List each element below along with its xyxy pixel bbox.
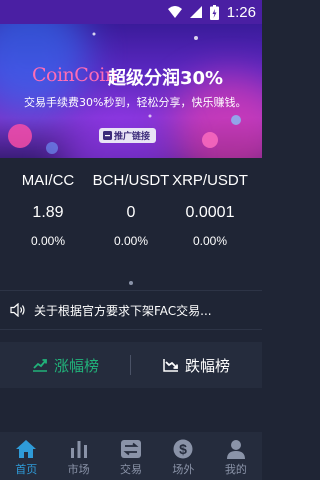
ticker-pair: MAI/CC	[21, 172, 75, 189]
exchange-icon	[121, 440, 142, 458]
speaker-icon	[10, 303, 25, 317]
user-icon	[226, 440, 245, 459]
ticker-mai-cc[interactable]: MAI/CC 1.89 0.00%	[0, 172, 96, 248]
tab-gainers[interactable]: 涨幅榜	[0, 342, 131, 388]
ticker-change: 0.00%	[30, 234, 66, 248]
tab-profile[interactable]: 我的	[210, 432, 262, 480]
signal-icon	[189, 6, 202, 18]
trend-down-icon	[163, 359, 178, 372]
promo-banner[interactable]: CoinCoin 超级分润30% 交易手续费30%秒到，轻松分享，快乐赚钱。 推…	[0, 24, 262, 158]
tab-trade-label: 交易	[120, 463, 143, 476]
tab-otc-label: 场外	[172, 463, 195, 476]
bottom-tab-bar: 首页 市场 交易 $ 场外 我的	[0, 432, 262, 480]
banner-logo: CoinCoin	[32, 64, 117, 86]
status-bar: 1:26	[0, 0, 262, 24]
tab-market[interactable]: 市场	[52, 432, 104, 480]
dollar-icon: $	[173, 439, 193, 459]
battery-charging-icon	[209, 4, 219, 20]
wifi-icon	[167, 6, 182, 18]
share-icon	[103, 131, 112, 140]
referral-link-button[interactable]: 推广链接	[99, 128, 157, 143]
tab-profile-label: 我的	[224, 463, 247, 476]
ticker-xrp-usdt[interactable]: XRP/USDT 0.0001 0.00%	[162, 172, 258, 248]
ticker-change: 0.00%	[192, 234, 228, 248]
ticker-price: 0.0001	[185, 204, 235, 221]
tab-trade[interactable]: 交易	[105, 432, 157, 480]
ranking-tabs: 涨幅榜 跌幅榜	[0, 342, 262, 388]
bar-chart-icon	[70, 441, 87, 458]
tab-losers-label: 跌幅榜	[184, 356, 230, 375]
banner-subtitle: 交易手续费30%秒到，轻松分享，快乐赚钱。	[24, 96, 247, 109]
tab-home[interactable]: 首页	[0, 432, 52, 480]
tab-otc[interactable]: $ 场外	[157, 432, 209, 480]
banner-title: 超级分润30%	[108, 68, 224, 89]
tab-losers[interactable]: 跌幅榜	[131, 342, 262, 388]
ticker-price: 1.89	[32, 204, 64, 221]
home-icon	[16, 440, 37, 458]
svg-text:$: $	[180, 441, 188, 457]
tab-home-label: 首页	[15, 463, 38, 476]
announcement-bar[interactable]: 关于根据官方要求下架FAC交易...	[0, 290, 262, 330]
ticker-pair: XRP/USDT	[172, 172, 248, 189]
rank-divider	[130, 355, 131, 375]
tab-gainers-label: 涨幅榜	[53, 356, 99, 375]
announcement-text: 关于根据官方要求下架FAC交易...	[34, 303, 212, 318]
ticker-page-indicator	[129, 281, 133, 285]
tab-market-label: 市场	[67, 463, 90, 476]
trend-up-icon	[32, 359, 47, 372]
status-time: 1:26	[226, 3, 256, 21]
referral-link-label: 推广链接	[114, 132, 151, 142]
ticker-panel: MAI/CC 1.89 0.00% BCH/USDT 0 0.00% XRP/U…	[0, 158, 262, 290]
